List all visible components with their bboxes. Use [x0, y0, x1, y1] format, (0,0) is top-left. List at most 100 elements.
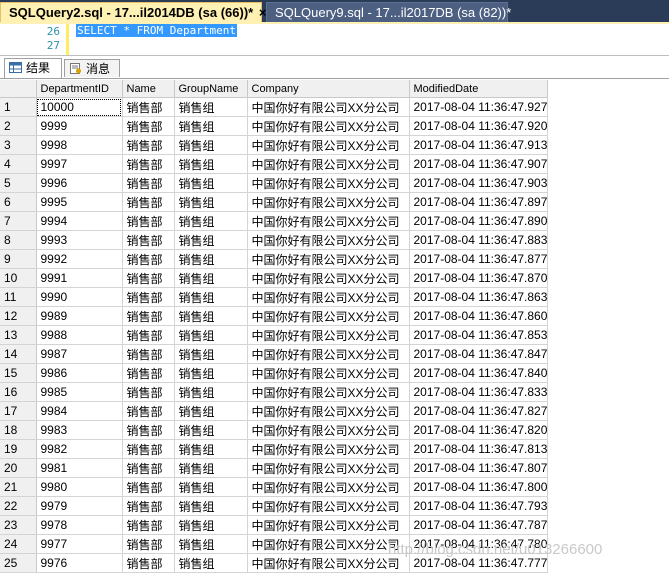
group-name-cell[interactable]: 销售组 [174, 515, 248, 535]
modified-date-cell[interactable]: 2017-08-04 11:36:47.827 [409, 401, 549, 421]
name-cell[interactable]: 销售部 [122, 325, 175, 345]
group-name-cell[interactable]: 销售组 [174, 401, 248, 421]
table-row[interactable]: 15 9986 销售部 销售组 中国你好有限公司XX分公司 2017-08-04 11:3… [0, 363, 549, 383]
company-cell[interactable]: 中国你好有限公司XX分公司 [247, 173, 410, 193]
table-row[interactable]: 21 9980 销售部 销售组 中国你好有限公司XX分公司 2017-08-04 11:3… [0, 477, 549, 497]
group-name-cell[interactable]: 销售组 [174, 325, 248, 345]
modified-date-cell[interactable]: 2017-08-04 11:36:47.927 [409, 97, 549, 117]
department-id-cell[interactable]: 9988 [36, 325, 123, 345]
table-row[interactable]: 2 9999 销售部 销售组 中国你好有限公司XX分公司 2017-08-04 11:36… [0, 116, 549, 136]
column-header-company[interactable]: Company [247, 80, 410, 98]
row-number[interactable]: 21 [0, 477, 37, 497]
department-id-cell[interactable]: 9994 [36, 211, 123, 231]
row-number[interactable]: 9 [0, 249, 37, 269]
department-id-cell[interactable]: 9995 [36, 192, 123, 212]
department-id-cell[interactable]: 9980 [36, 477, 123, 497]
column-header-groupname[interactable]: GroupName [174, 80, 248, 98]
table-row[interactable]: 6 9995 销售部 销售组 中国你好有限公司XX分公司 2017-08-04 11:36… [0, 192, 549, 212]
company-cell[interactable]: 中国你好有限公司XX分公司 [247, 344, 410, 364]
department-id-cell[interactable]: 9976 [36, 553, 123, 573]
name-cell[interactable]: 销售部 [122, 553, 175, 573]
company-cell[interactable]: 中国你好有限公司XX分公司 [247, 287, 410, 307]
table-row[interactable]: 22 9979 销售部 销售组 中国你好有限公司XX分公司 2017-08-04 11:3… [0, 496, 549, 516]
row-number[interactable]: 3 [0, 135, 37, 155]
company-cell[interactable]: 中国你好有限公司XX分公司 [247, 192, 410, 212]
name-cell[interactable]: 销售部 [122, 249, 175, 269]
name-cell[interactable]: 销售部 [122, 458, 175, 478]
department-id-cell[interactable]: 9979 [36, 496, 123, 516]
company-cell[interactable]: 中国你好有限公司XX分公司 [247, 458, 410, 478]
group-name-cell[interactable]: 销售组 [174, 249, 248, 269]
group-name-cell[interactable]: 销售组 [174, 534, 248, 554]
name-cell[interactable]: 销售部 [122, 268, 175, 288]
department-id-cell[interactable]: 9999 [36, 116, 123, 136]
group-name-cell[interactable]: 销售组 [174, 230, 248, 250]
row-number[interactable]: 12 [0, 306, 37, 326]
code-line[interactable]: SELECT * FROM Department [76, 24, 237, 38]
table-row[interactable]: 18 9983 销售部 销售组 中国你好有限公司XX分公司 2017-08-04 11:3… [0, 420, 549, 440]
table-row[interactable]: 19 9982 销售部 销售组 中国你好有限公司XX分公司 2017-08-04 11:3… [0, 439, 549, 459]
modified-date-cell[interactable]: 2017-08-04 11:36:47.907 [409, 154, 549, 174]
name-cell[interactable]: 销售部 [122, 287, 175, 307]
group-name-cell[interactable]: 销售组 [174, 553, 248, 573]
tab-sqlquery9[interactable]: SQLQuery9.sql - 17...il2017DB (sa (82))* [266, 2, 511, 22]
modified-date-cell[interactable]: 2017-08-04 11:36:47.793 [409, 496, 549, 516]
department-id-cell[interactable]: 9985 [36, 382, 123, 402]
row-number[interactable]: 22 [0, 496, 37, 516]
name-cell[interactable]: 销售部 [122, 306, 175, 326]
modified-date-cell[interactable]: 2017-08-04 11:36:47.863 [409, 287, 549, 307]
modified-date-cell[interactable]: 2017-08-04 11:36:47.833 [409, 382, 549, 402]
modified-date-cell[interactable]: 2017-08-04 11:36:47.860 [409, 306, 549, 326]
company-cell[interactable]: 中国你好有限公司XX分公司 [247, 515, 410, 535]
department-id-cell[interactable]: 9986 [36, 363, 123, 383]
table-row[interactable]: 16 9985 销售部 销售组 中国你好有限公司XX分公司 2017-08-04 11:3… [0, 382, 549, 402]
department-id-cell[interactable]: 9998 [36, 135, 123, 155]
company-cell[interactable]: 中国你好有限公司XX分公司 [247, 477, 410, 497]
row-number[interactable]: 13 [0, 325, 37, 345]
name-cell[interactable]: 销售部 [122, 496, 175, 516]
table-row[interactable]: 7 9994 销售部 销售组 中国你好有限公司XX分公司 2017-08-04 11:36… [0, 211, 549, 231]
row-number[interactable]: 14 [0, 344, 37, 364]
selected-sql-text[interactable]: SELECT * FROM Department [76, 24, 237, 37]
group-name-cell[interactable]: 销售组 [174, 287, 248, 307]
row-number[interactable]: 15 [0, 363, 37, 383]
department-id-cell[interactable]: 9983 [36, 420, 123, 440]
company-cell[interactable]: 中国你好有限公司XX分公司 [247, 439, 410, 459]
modified-date-cell[interactable]: 2017-08-04 11:36:47.877 [409, 249, 549, 269]
name-cell[interactable]: 销售部 [122, 344, 175, 364]
row-number[interactable]: 11 [0, 287, 37, 307]
modified-date-cell[interactable]: 2017-08-04 11:36:47.913 [409, 135, 549, 155]
group-name-cell[interactable]: 销售组 [174, 344, 248, 364]
department-id-cell[interactable]: 9991 [36, 268, 123, 288]
table-row[interactable]: 10 9991 销售部 销售组 中国你好有限公司XX分公司 2017-08-04 11:3… [0, 268, 549, 288]
name-cell[interactable]: 销售部 [122, 154, 175, 174]
row-number[interactable]: 6 [0, 192, 37, 212]
row-number[interactable]: 17 [0, 401, 37, 421]
table-row[interactable]: 8 9993 销售部 销售组 中国你好有限公司XX分公司 2017-08-04 11:36… [0, 230, 549, 250]
modified-date-cell[interactable]: 2017-08-04 11:36:47.920 [409, 116, 549, 136]
modified-date-cell[interactable]: 2017-08-04 11:36:47.853 [409, 325, 549, 345]
group-name-cell[interactable]: 销售组 [174, 211, 248, 231]
modified-date-cell[interactable]: 2017-08-04 11:36:47.847 [409, 344, 549, 364]
row-number[interactable]: 10 [0, 268, 37, 288]
row-number[interactable]: 8 [0, 230, 37, 250]
group-name-cell[interactable]: 销售组 [174, 439, 248, 459]
company-cell[interactable]: 中国你好有限公司XX分公司 [247, 382, 410, 402]
group-name-cell[interactable]: 销售组 [174, 268, 248, 288]
tab-results[interactable]: 结果 [4, 58, 62, 78]
table-row[interactable]: 1 10000 销售部 销售组 中国你好有限公司XX分公司 2017-08-04 11:3… [0, 97, 549, 117]
department-id-cell[interactable]: 9990 [36, 287, 123, 307]
department-id-cell[interactable]: 9993 [36, 230, 123, 250]
name-cell[interactable]: 销售部 [122, 116, 175, 136]
table-row[interactable]: 9 9992 销售部 销售组 中国你好有限公司XX分公司 2017-08-04 11:36… [0, 249, 549, 269]
company-cell[interactable]: 中国你好有限公司XX分公司 [247, 249, 410, 269]
company-cell[interactable]: 中国你好有限公司XX分公司 [247, 534, 410, 554]
row-number[interactable]: 25 [0, 553, 37, 573]
company-cell[interactable]: 中国你好有限公司XX分公司 [247, 306, 410, 326]
name-cell[interactable]: 销售部 [122, 192, 175, 212]
name-cell[interactable]: 销售部 [122, 363, 175, 383]
group-name-cell[interactable]: 销售组 [174, 363, 248, 383]
company-cell[interactable]: 中国你好有限公司XX分公司 [247, 116, 410, 136]
modified-date-cell[interactable]: 2017-08-04 11:36:47.903 [409, 173, 549, 193]
company-cell[interactable]: 中国你好有限公司XX分公司 [247, 496, 410, 516]
